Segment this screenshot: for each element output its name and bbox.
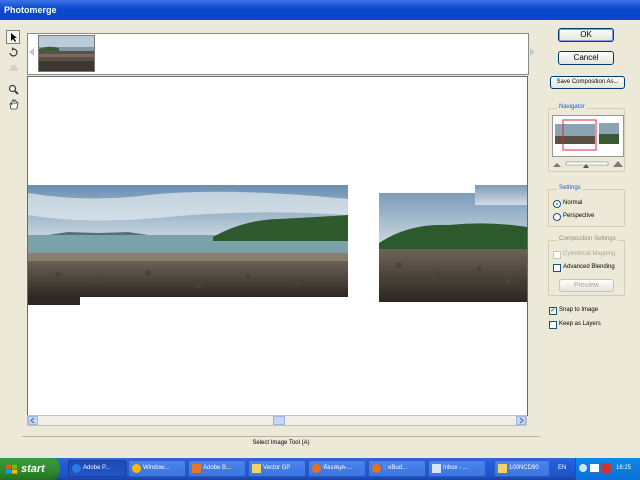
task-label: Adobe B...	[203, 465, 232, 471]
navigator-preview[interactable]	[552, 115, 624, 157]
vanishing-point-tool	[6, 60, 20, 74]
firefox-icon	[372, 464, 381, 473]
composition-settings-title: Composition Settings	[557, 236, 618, 242]
ok-label: OK	[580, 30, 592, 39]
keep-as-layers-checkbox[interactable]	[549, 321, 557, 329]
task-label: Adobe P...	[83, 465, 111, 471]
composition-work-area[interactable]	[27, 76, 528, 416]
cylindrical-mapping-checkbox	[553, 251, 561, 259]
folder-icon	[498, 464, 507, 473]
perspective-label: Perspective	[563, 213, 595, 219]
panorama-image-right[interactable]	[379, 185, 527, 302]
photoshop-icon	[72, 464, 81, 473]
zoom-tool[interactable]	[6, 82, 20, 96]
select-image-tool[interactable]	[6, 30, 20, 44]
vanishing-point-icon	[9, 65, 18, 71]
taskbar-item-vector-gp[interactable]: Vector GP	[248, 460, 306, 477]
scroll-thumb[interactable]	[273, 416, 285, 425]
task-label: Window...	[143, 465, 170, 471]
cancel-button[interactable]: Cancel	[558, 51, 614, 65]
preview-button: Preview	[559, 279, 614, 292]
start-label: start	[21, 463, 45, 475]
navigator-thumbnail	[555, 119, 619, 151]
zoom-in-icon	[613, 161, 623, 167]
security-icon[interactable]	[601, 463, 611, 473]
normal-radio[interactable]	[553, 200, 561, 208]
snap-to-image-label: Snap to Image	[559, 307, 599, 313]
thumbnail-photo	[39, 36, 94, 71]
lightbox-thumbnail[interactable]	[38, 35, 95, 72]
firefox-icon	[312, 464, 321, 473]
advanced-blending-checkbox[interactable]	[553, 264, 561, 272]
select-image-icon	[11, 33, 17, 42]
strip-left-arrow-icon[interactable]	[29, 48, 34, 56]
normal-label: Normal	[563, 200, 583, 206]
strip-right-arrow-icon[interactable]	[530, 48, 535, 56]
ok-button[interactable]: OK	[558, 28, 614, 42]
windows-logo-icon	[6, 464, 17, 474]
panorama-photo-left	[28, 185, 348, 297]
task-label: Vector GP	[263, 465, 291, 471]
start-button[interactable]: start	[0, 458, 60, 480]
folder-icon	[252, 464, 261, 473]
scroll-left-button[interactable]	[28, 416, 38, 425]
status-text: Select Image Tool (A)	[252, 440, 310, 446]
horizontal-scrollbar[interactable]	[27, 415, 527, 426]
navigator-zoom-slider[interactable]	[552, 159, 624, 169]
window-title: Photomerge	[4, 5, 57, 15]
zoom-out-icon	[553, 163, 561, 167]
chevron-left-icon	[30, 417, 35, 424]
scroll-right-button[interactable]	[516, 416, 526, 425]
perspective-radio[interactable]	[553, 213, 561, 221]
snap-to-image-checkbox[interactable]: ✓	[549, 307, 557, 315]
settings-title: Settings	[557, 185, 583, 191]
hand-tool[interactable]	[6, 97, 20, 111]
mail-icon	[432, 464, 441, 473]
lightbox-strip[interactable]	[27, 33, 529, 75]
zoom-icon	[8, 84, 19, 95]
task-label: Inbox - ...	[443, 465, 469, 471]
rotate-image-tool[interactable]	[6, 45, 20, 59]
status-bar: Select Image Tool (A)	[22, 436, 540, 449]
save-composition-label: Save Composition As...	[556, 79, 619, 85]
language-indicator[interactable]: EN	[558, 465, 566, 471]
settings-panel: Settings	[548, 185, 625, 227]
window-icon	[132, 464, 141, 473]
panorama-image-fragment	[28, 297, 80, 305]
taskbar-item-inbox[interactable]: Inbox - ...	[428, 460, 486, 477]
taskbar-item-firefox-2[interactable]: :: eBud...	[368, 460, 426, 477]
task-label: 100NCD90	[509, 465, 539, 471]
taskbar: start Adobe P... Window... Adobe B... Ve…	[0, 458, 640, 480]
cancel-label: Cancel	[573, 53, 599, 62]
keep-as-layers-label: Keep as Layers	[559, 321, 601, 327]
system-tray: 16:25	[575, 458, 640, 480]
task-label: :: eBud...	[383, 465, 408, 471]
cylindrical-mapping-label: Cylindrical Mapping	[563, 251, 616, 257]
network-icon[interactable]	[579, 464, 587, 472]
advanced-blending-label: Advanced Blending	[563, 264, 615, 270]
panorama-image-left[interactable]	[28, 185, 348, 297]
clock[interactable]: 16:25	[616, 465, 631, 471]
taskbar-item-100ncd90[interactable]: 100NCD90	[494, 460, 550, 477]
task-label: ห้องสมุด-...	[323, 465, 353, 471]
preview-label: Preview	[574, 282, 599, 289]
panorama-photo-right	[379, 185, 527, 302]
antivirus-icon[interactable]	[589, 463, 600, 473]
rotate-image-icon	[9, 47, 18, 57]
taskbar-item-adobe-photoshop[interactable]: Adobe P...	[68, 460, 126, 477]
hand-icon	[9, 99, 19, 110]
taskbar-item-windows[interactable]: Window...	[128, 460, 186, 477]
save-composition-button[interactable]: Save Composition As...	[550, 76, 625, 89]
navigator-title: Navigator	[557, 104, 587, 110]
title-bar: Photomerge	[0, 0, 640, 20]
taskbar-item-adobe-bridge[interactable]: Adobe B...	[188, 460, 246, 477]
bridge-icon	[192, 464, 201, 473]
taskbar-item-firefox-1[interactable]: ห้องสมุด-...	[308, 460, 366, 477]
chevron-right-icon	[519, 417, 524, 424]
